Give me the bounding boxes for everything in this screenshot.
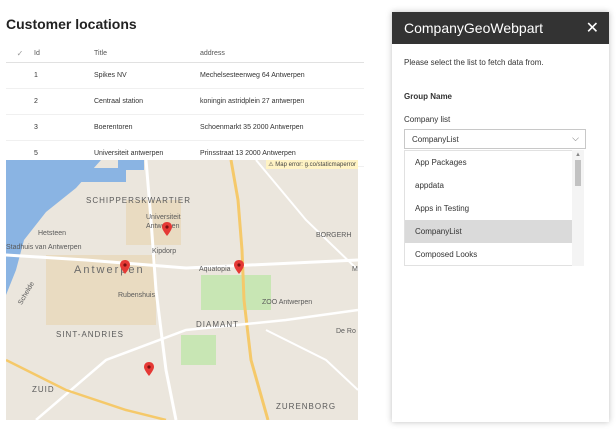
table-row[interactable]: 3 Boerentoren Schoenmarkt 35 2000 Antwer… <box>6 114 364 141</box>
map-marker-pin[interactable] <box>144 362 154 376</box>
row-check[interactable] <box>6 62 34 89</box>
dock-water <box>118 160 144 170</box>
cell-title: Boerentoren <box>94 114 200 141</box>
dropdown-option[interactable]: Apps in Testing <box>405 197 583 220</box>
property-panel: CompanyGeoWebpart ✕ Please select the li… <box>392 12 609 422</box>
label-diamant: DIAMANT <box>196 320 239 329</box>
cell-id: 3 <box>34 114 94 141</box>
table-row[interactable]: 2 Centraal station koningin astridplein … <box>6 88 364 115</box>
dropdown-option[interactable]: App Packages <box>405 151 583 174</box>
cell-address: koningin astridplein 27 antwerpen <box>200 88 364 115</box>
label-zuid: ZUID <box>32 385 55 394</box>
cell-title: Centraal station <box>94 88 200 115</box>
label-borgerhout: BORGERH <box>316 232 352 239</box>
dock-water <box>66 168 126 182</box>
select-all-check[interactable]: ✓ <box>6 44 34 63</box>
park <box>181 335 216 365</box>
map-marker-pin[interactable] <box>234 260 244 274</box>
map-marker-pin[interactable] <box>120 260 130 274</box>
options-scrollbar[interactable]: ▲ <box>572 150 584 266</box>
cell-title: Spikes NV <box>94 62 200 89</box>
scrollbar-thumb[interactable] <box>575 160 581 186</box>
panel-description: Please select the list to fetch data fro… <box>404 58 544 67</box>
label-antwerpen: Antwerpen <box>74 264 145 276</box>
page-title: Customer locations <box>6 16 137 32</box>
column-header-address[interactable]: address <box>200 44 364 63</box>
map-error-banner[interactable]: ⚠ Map error: g.co/staticmaperror <box>266 160 358 169</box>
column-header-id[interactable]: Id <box>34 44 94 63</box>
scroll-up-icon[interactable]: ▲ <box>575 152 581 158</box>
company-list-label: Company list <box>404 115 451 124</box>
group-name-heading: Group Name <box>404 92 453 101</box>
label-rubenshuis: Rubenshuis <box>118 292 155 299</box>
table-header-row: ✓ Id Title address <box>6 44 364 63</box>
dropdown-option-selected[interactable]: CompanyList <box>405 220 583 243</box>
cell-id: 2 <box>34 88 94 115</box>
label-m: M <box>352 266 358 273</box>
label-hetsteen: Hetsteen <box>38 230 67 237</box>
label-de-ro: De Ro <box>336 328 356 335</box>
table-row[interactable]: 1 Spikes NV Mechelsesteenweg 64 Antwerpe… <box>6 62 364 89</box>
row-check[interactable] <box>6 114 34 141</box>
cell-address: Mechelsesteenweg 64 Antwerpen <box>200 62 364 89</box>
customer-list-table: ✓ Id Title address 1 Spikes NV Mechelses… <box>6 44 364 167</box>
label-schipperskwartier: SCHIPPERSKWARTIER <box>86 196 192 205</box>
company-list-dropdown[interactable]: CompanyList ⌵ <box>404 129 586 149</box>
label-zurenborg: ZURENBORG <box>276 402 337 411</box>
label-aquatopia: Aquatopia <box>199 266 231 273</box>
dropdown-selected-value: CompanyList <box>412 135 459 144</box>
dropdown-option[interactable]: Composed Looks <box>405 243 583 265</box>
check-icon: ✓ <box>16 48 24 58</box>
cell-address: Schoenmarkt 35 2000 Antwerpen <box>200 114 364 141</box>
cell-id: 1 <box>34 62 94 89</box>
dropdown-option[interactable]: appdata <box>405 174 583 197</box>
label-stadhuis: Stadhuis van Antwerpen <box>6 244 82 251</box>
label-zoo: ZOO Antwerpen <box>262 299 313 306</box>
column-header-title[interactable]: Title <box>94 44 200 63</box>
panel-header: CompanyGeoWebpart ✕ <box>392 12 609 44</box>
chevron-down-icon[interactable]: ⌵ <box>572 133 579 144</box>
row-check[interactable] <box>6 88 34 115</box>
label-sint-andries: SINT-ANDRIES <box>56 330 125 339</box>
map-marker-pin[interactable] <box>162 222 172 236</box>
dropdown-options-list: App Packages appdata Apps in Testing Com… <box>404 150 584 266</box>
customer-map[interactable]: ⚠ Map error: g.co/staticmaperror SCHIPPE… <box>6 160 358 420</box>
panel-title: CompanyGeoWebpart <box>404 20 544 36</box>
zoo-park <box>201 275 271 310</box>
label-kipdorp: Kipdorp <box>152 248 177 255</box>
close-icon[interactable]: ✕ <box>586 18 599 38</box>
